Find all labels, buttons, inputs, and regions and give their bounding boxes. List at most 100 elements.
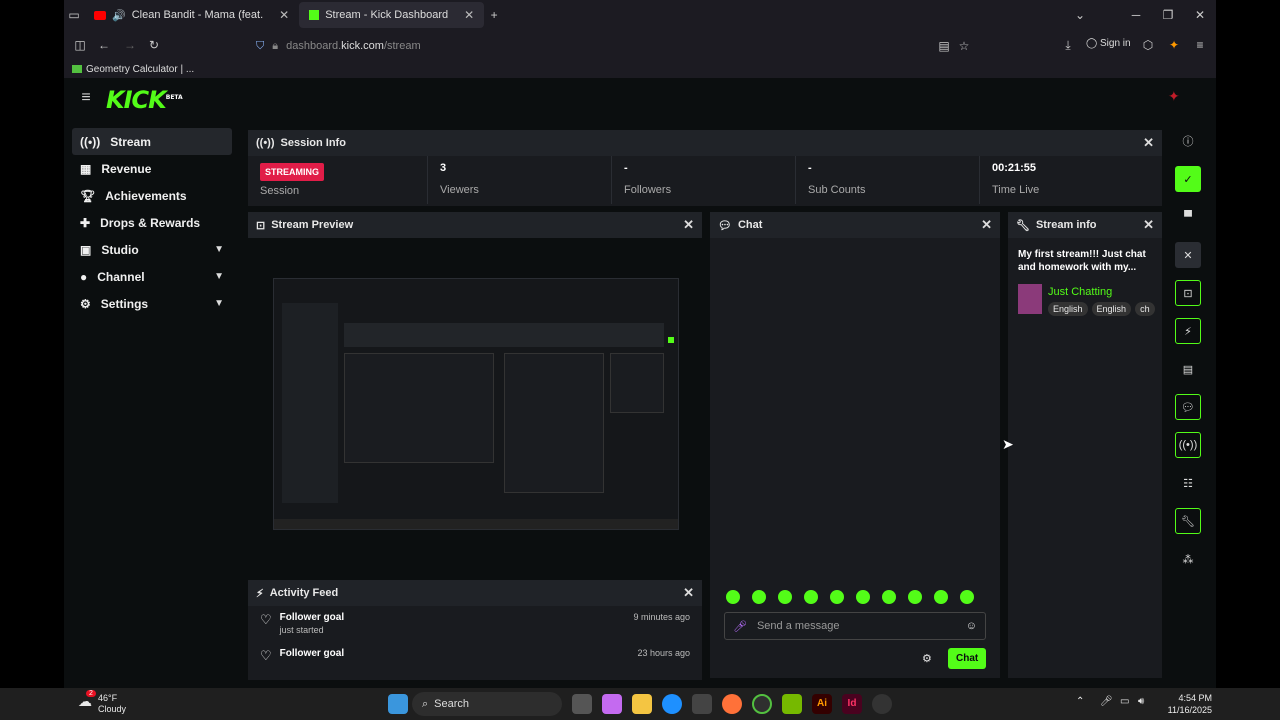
emote-icon[interactable]: [726, 590, 740, 604]
bookmark-link[interactable]: Geometry Calculator | ...: [86, 64, 194, 75]
layout-icon[interactable]: ▀: [1175, 204, 1201, 230]
close-icon[interactable]: ✕: [683, 585, 694, 601]
close-icon[interactable]: ✕: [981, 217, 992, 233]
panel-header: ⊡ Stream Preview ✕: [248, 212, 702, 238]
emote-icon[interactable]: [778, 590, 792, 604]
tab-youtube[interactable]: 🔊 Clean Bandit - Mama (feat. ✕: [84, 2, 299, 28]
minimize-icon[interactable]: ─: [1126, 5, 1146, 25]
close-window-icon[interactable]: ✕: [1190, 5, 1210, 25]
url-bar[interactable]: ⛉ 🔒︎ dashboard.kick.com/stream ▤ ☆: [248, 34, 969, 58]
tray-chevron-icon[interactable]: ⌃: [1076, 696, 1084, 707]
bookmark-star-icon[interactable]: ☆: [954, 36, 974, 56]
emote-icon[interactable]: [856, 590, 870, 604]
illustrator-icon[interactable]: Ai: [812, 694, 832, 714]
chat-settings-icon[interactable]: ⚙: [922, 652, 932, 665]
emote-icon[interactable]: [908, 590, 922, 604]
utorrent-icon[interactable]: [752, 694, 772, 714]
emoji-icon[interactable]: ☺: [966, 620, 977, 632]
weather-desc: Cloudy: [98, 704, 127, 714]
emote-icon[interactable]: [882, 590, 896, 604]
close-tab-icon[interactable]: ✕: [464, 8, 474, 22]
download-icon[interactable]: ⤓: [1058, 35, 1078, 55]
sidebar-item-revenue[interactable]: ▦ Revenue: [72, 155, 232, 182]
category-link[interactable]: Just Chatting: [1048, 286, 1112, 298]
obs-icon[interactable]: [872, 694, 892, 714]
chat-toggle-icon[interactable]: 💬︎: [1175, 394, 1201, 420]
close-tab-icon[interactable]: ✕: [279, 8, 289, 22]
panel-header: 🔧︎ Stream info ✕: [1008, 212, 1162, 238]
tab-list-icon[interactable]: ⌄: [1070, 5, 1090, 25]
chat-input[interactable]: 🎤︎ Send a message ☺: [724, 612, 986, 640]
taskbar-search[interactable]: ⌕ Search: [412, 692, 562, 716]
restore-icon[interactable]: ❐: [1158, 5, 1178, 25]
chat-placeholder: Send a message: [756, 620, 840, 632]
file-explorer-icon[interactable]: [632, 694, 652, 714]
task-view-icon[interactable]: [572, 694, 592, 714]
reload-icon[interactable]: ↻: [144, 35, 164, 55]
copilot-icon[interactable]: [602, 694, 622, 714]
windows-start-icon[interactable]: [388, 694, 408, 714]
microphone-tray-icon[interactable]: 🎤︎: [1100, 696, 1113, 707]
close-icon[interactable]: ✕: [683, 217, 694, 233]
sidebar-toggle-icon[interactable]: ◫: [70, 35, 90, 55]
reader-view-icon[interactable]: ▤: [934, 36, 954, 56]
chat-panel: 💬︎ Chat ✕ 🎤︎ Send a message ☺ ⚙ Chat: [710, 212, 1000, 678]
stream-preview-video[interactable]: [273, 278, 679, 530]
sidebar-item-drops[interactable]: ✚ Drops & Rewards: [72, 209, 232, 236]
sidebar-item-studio[interactable]: ▣ Studio ▼: [72, 236, 232, 263]
edge-icon[interactable]: [662, 694, 682, 714]
session-toggle-icon[interactable]: ☷: [1175, 470, 1201, 496]
firefox-icon[interactable]: [722, 694, 742, 714]
user-avatar-icon[interactable]: ✦: [1168, 88, 1180, 105]
sidebar-item-settings[interactable]: ⚙ Settings ▼: [72, 290, 232, 317]
chat-send-button[interactable]: Chat: [948, 648, 987, 669]
microphone-icon[interactable]: 🎤︎: [733, 620, 747, 633]
stat-value: 00:21:55: [992, 162, 1037, 174]
broadcast-toggle-icon[interactable]: ((•)): [1175, 432, 1201, 458]
sign-in-button[interactable]: ◯ Sign in: [1086, 38, 1131, 49]
stream-info-toggle-icon[interactable]: 🔧︎: [1175, 508, 1201, 534]
close-icon[interactable]: ✕: [1175, 242, 1201, 268]
community-icon[interactable]: ⁂: [1175, 546, 1201, 572]
category-thumbnail[interactable]: [1018, 284, 1042, 314]
emote-icon[interactable]: [934, 590, 948, 604]
back-icon[interactable]: ←: [94, 35, 114, 55]
nav-bar: ◫ ← → ↻ ⛉ 🔒︎ dashboard.kick.com/stream ▤…: [64, 30, 1216, 60]
nvidia-icon[interactable]: [782, 694, 802, 714]
sidebar-item-achievements[interactable]: 🏆︎ Achievements: [72, 182, 232, 209]
preview-toggle-icon[interactable]: ⊡: [1175, 280, 1201, 306]
clock[interactable]: 4:54 PM 11/16/2025: [1168, 692, 1212, 716]
forward-icon[interactable]: →: [120, 35, 140, 55]
network-icon[interactable]: ▭: [1120, 696, 1129, 707]
sidebar-item-channel[interactable]: ● Channel ▼: [72, 263, 232, 290]
kick-logo[interactable]: KICKBETA: [106, 86, 183, 114]
emote-icon[interactable]: [960, 590, 974, 604]
close-icon[interactable]: ✕: [1143, 135, 1154, 151]
info-icon[interactable]: ⓘ: [1175, 128, 1201, 154]
checklist-icon[interactable]: ✓: [1175, 166, 1201, 192]
tab-kick[interactable]: Stream - Kick Dashboard ✕: [299, 2, 485, 28]
store-icon[interactable]: [692, 694, 712, 714]
firefox-account-icon[interactable]: ✦: [1164, 35, 1184, 55]
close-icon[interactable]: ✕: [1143, 217, 1154, 233]
activity-toggle-icon[interactable]: ⚡︎: [1175, 318, 1201, 344]
chevron-down-icon: ▼: [214, 244, 224, 255]
indesign-icon[interactable]: Id: [842, 694, 862, 714]
tab-overview-icon[interactable]: ▭: [64, 5, 84, 25]
notes-icon[interactable]: ▤: [1175, 356, 1201, 382]
feed-item-time: 23 hours ago: [637, 648, 690, 658]
tag[interactable]: ch: [1135, 302, 1155, 316]
sidebar-item-stream[interactable]: ((•)) Stream: [72, 128, 232, 155]
menu-icon[interactable]: ≡: [1190, 35, 1210, 55]
emote-icon[interactable]: [752, 590, 766, 604]
new-tab-icon[interactable]: +: [484, 5, 504, 25]
emote-icon[interactable]: [830, 590, 844, 604]
emote-icon[interactable]: [804, 590, 818, 604]
extensions-icon[interactable]: ⬡: [1138, 35, 1158, 55]
volume-icon[interactable]: 🔊︎: [1138, 696, 1144, 707]
hamburger-menu-icon[interactable]: ≡: [76, 88, 96, 108]
tag[interactable]: English: [1091, 302, 1132, 316]
tag[interactable]: English: [1048, 302, 1088, 316]
tab-title: Stream - Kick Dashboard: [325, 9, 449, 21]
stat-label: Time Live: [992, 184, 1040, 196]
